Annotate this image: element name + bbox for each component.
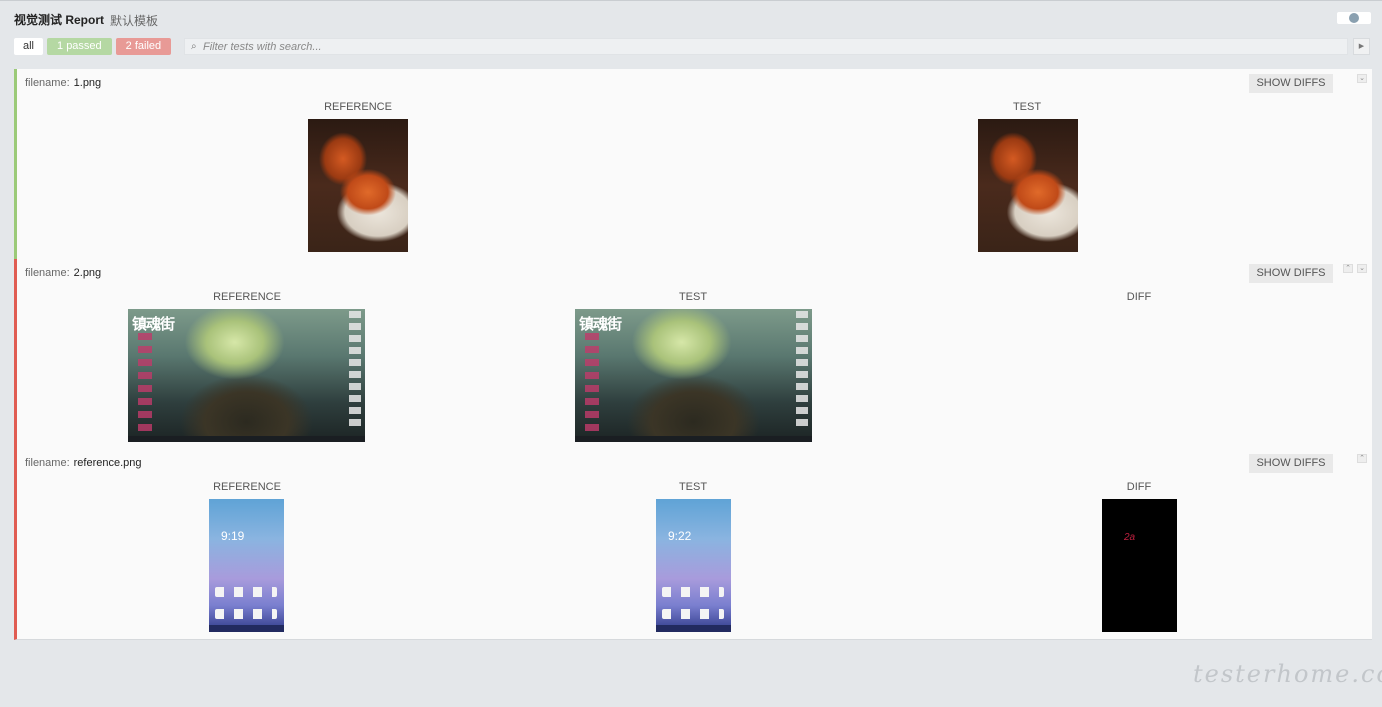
diff-image[interactable]: 2a (1102, 499, 1177, 632)
reference-image[interactable]: 9:19 (209, 499, 284, 632)
page-title: 视觉测试 Report (14, 13, 105, 27)
chevron-up-icon[interactable]: ⌃ (1343, 264, 1353, 273)
test-image[interactable]: 9:22 (656, 499, 731, 632)
watermark: testerhome.com (1193, 660, 1382, 688)
reference-label: REFERENCE (213, 481, 281, 493)
report-header: 视觉测试 Report 默认模板 (0, 1, 1382, 31)
filename-label: filename: (25, 267, 70, 279)
filename-label: filename: (25, 77, 70, 89)
test-label: TEST (678, 291, 708, 303)
taskbar (575, 436, 812, 442)
desktop-icons-right (796, 311, 808, 426)
filter-bar: all 1 passed 2 failed (14, 38, 172, 55)
diff-label: DIFF (1126, 481, 1152, 493)
taskbar (128, 436, 365, 442)
desktop-icons-left (585, 333, 599, 442)
search-box: ⌕ (184, 38, 1348, 55)
search-icon: ⌕ (191, 41, 197, 52)
test-card-2: filename: 2.png SHOW DIFFS ⌃ ⌄ REFERENCE … (14, 259, 1372, 450)
nav-bar (209, 625, 284, 632)
test-label: TEST (678, 481, 708, 493)
chevron-down-icon[interactable]: ⌄ (1357, 74, 1367, 83)
filename-value: 2.png (73, 267, 102, 279)
filename-row: filename: 2.png (25, 267, 101, 279)
template-name: 默认模板 (110, 14, 159, 28)
show-diffs-button[interactable]: SHOW DIFFS (1249, 74, 1333, 93)
filename-value: 1.png (73, 77, 102, 89)
diff-highlight: 2a (1124, 532, 1136, 543)
phone-clock: 9:19 (221, 529, 245, 543)
reference-label: REFERENCE (213, 291, 281, 303)
desktop-icons-right (349, 311, 361, 426)
wallpaper-title: 镇魂街 (579, 315, 622, 333)
globe-icon (1349, 13, 1359, 23)
reference-label: REFERENCE (324, 101, 392, 113)
app-icon-row (662, 587, 724, 597)
test-card-3: filename: reference.png SHOW DIFFS ⌃ REFE… (14, 449, 1372, 640)
show-diffs-button[interactable]: SHOW DIFFS (1249, 264, 1333, 283)
test-image[interactable] (978, 119, 1078, 252)
filename-row: filename: reference.png (25, 457, 142, 469)
diff-label: DIFF (1126, 291, 1152, 303)
reference-image[interactable] (308, 119, 408, 252)
chevron-down-icon[interactable]: ⌄ (1357, 264, 1367, 273)
dock-icon-row (662, 609, 724, 619)
nav-bar (656, 625, 731, 632)
test-image[interactable]: 镇魂街 (575, 309, 812, 442)
filter-passed-button[interactable]: 1 passed (47, 38, 112, 55)
filename-row: filename: 1.png (25, 77, 101, 89)
test-label: TEST (1012, 101, 1042, 113)
chevron-up-icon[interactable]: ⌃ (1357, 454, 1367, 463)
dock-icon-row (215, 609, 277, 619)
language-button[interactable] (1337, 12, 1371, 24)
test-card-1: filename: 1.png SHOW DIFFS ⌄ REFERENCE TE… (14, 69, 1372, 260)
phone-clock: 9:22 (668, 529, 692, 543)
desktop-icons-left (138, 333, 152, 442)
search-input[interactable] (203, 39, 1303, 54)
filename-label: filename: (25, 457, 70, 469)
search-toggle-button[interactable]: ▶ (1353, 38, 1370, 55)
filter-failed-button[interactable]: 2 failed (115, 38, 172, 55)
show-diffs-button[interactable]: SHOW DIFFS (1249, 454, 1333, 473)
filter-all-button[interactable]: all (14, 38, 44, 55)
reference-image[interactable]: 镇魂街 (128, 309, 365, 442)
wallpaper-title: 镇魂街 (132, 315, 175, 333)
filename-value: reference.png (73, 457, 142, 469)
app-icon-row (215, 587, 277, 597)
